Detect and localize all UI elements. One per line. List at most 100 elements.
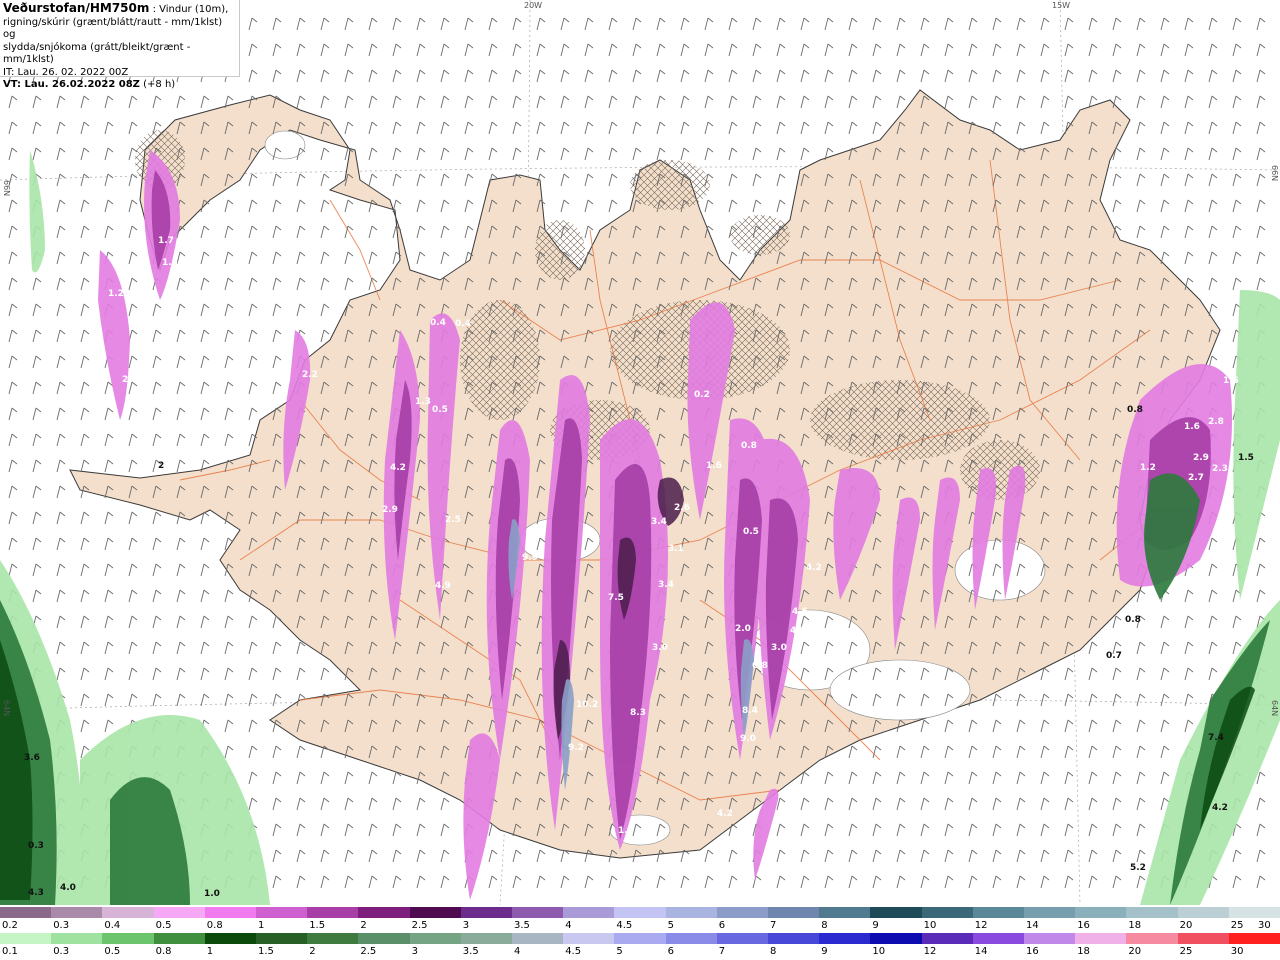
colorbar-label: 7 bbox=[718, 946, 726, 957]
colorbar-swatch bbox=[460, 933, 513, 944]
colorbar-swatch bbox=[1177, 933, 1230, 944]
colorbar-swatch bbox=[358, 907, 411, 918]
colorbar-label: 0.5 bbox=[104, 946, 121, 957]
map-value-label: 1.5 bbox=[1238, 453, 1254, 463]
colorbar-swatch bbox=[460, 907, 513, 918]
colorbar-swatch bbox=[665, 907, 718, 918]
map-value-label: 2.9 bbox=[1193, 453, 1209, 463]
map-value-label: 2.7 bbox=[1188, 473, 1204, 483]
colorbar-label: 0.2 bbox=[2, 920, 18, 931]
colorbar-label: 12 bbox=[923, 946, 937, 957]
colorbar-label: 8 bbox=[821, 920, 828, 931]
colorbar-swatch bbox=[102, 907, 155, 918]
colorbar-label: 5 bbox=[616, 946, 623, 957]
colorbar-swatch bbox=[768, 907, 820, 918]
map-value-label: 1.2 bbox=[108, 289, 124, 299]
colorbar-label: 14 bbox=[974, 946, 988, 957]
map-value-label: 1.0 bbox=[204, 889, 220, 899]
forecast-map: 20W 15W 66N 66N 64N 64N 1.7 1.5 2.8 1.2 2.2 0… bbox=[0, 0, 1280, 905]
map-value-label: 8.4 bbox=[742, 706, 758, 716]
map-value-label: 8.3 bbox=[630, 708, 646, 718]
map-value-label: 3.1 bbox=[668, 544, 684, 554]
map-value-label: 9.2 bbox=[568, 743, 584, 753]
map-value-label: 1.6 bbox=[706, 461, 722, 471]
map-value-label: 2.0 bbox=[735, 624, 751, 634]
colorbar-label: 2.5 bbox=[411, 920, 428, 931]
snow-colorbar-labels: 0.2 0.3 0.4 0.5 0.8 1 1.5 2 2.5 3 3.5 4 4.5 5 6 7 8 9 10 12… bbox=[0, 920, 1280, 932]
map-value-label: 0.7 bbox=[1106, 651, 1122, 661]
map-value-label: 2.6 bbox=[674, 503, 690, 513]
colorbar-label: 4.5 bbox=[565, 946, 582, 957]
colorbar-label: 3 bbox=[411, 946, 418, 957]
colorbar-label: 14 bbox=[1026, 920, 1039, 931]
rain-colorbar-labels: 0.1 0.3 0.5 0.8 1 1.5 2 2.5 3 3.5 4 4.5 5 6 7 8 9 10 12 14 1… bbox=[0, 946, 1280, 958]
map-value-label: 1.7 bbox=[158, 236, 174, 246]
lat-label-66n-left: 66N bbox=[2, 180, 11, 196]
colorbar-swatch bbox=[921, 907, 974, 918]
colorbar-swatch bbox=[614, 933, 667, 944]
colorbar-swatch bbox=[256, 933, 308, 944]
colorbar-swatch bbox=[819, 933, 871, 944]
colorbar-swatch bbox=[51, 907, 103, 918]
colorbar-swatch bbox=[665, 933, 718, 944]
map-value-label: 2.5 bbox=[445, 515, 461, 525]
map-value-label: 4.2 bbox=[806, 563, 822, 573]
colorbar-swatch bbox=[409, 933, 462, 944]
colorbar-label: 3.5 bbox=[462, 946, 479, 957]
map-value-label: 1.6 bbox=[1184, 422, 1200, 432]
map-value-label: 1.2 bbox=[1140, 463, 1156, 473]
colorbar-label: 6 bbox=[718, 920, 726, 931]
map-value-label: 2.8 bbox=[122, 375, 138, 385]
colorbar-label: 30 bbox=[1258, 920, 1271, 931]
map-value-label: 6.8 bbox=[752, 661, 768, 671]
colorbar-label: 0.8 bbox=[206, 920, 223, 931]
colorbar-swatch bbox=[102, 933, 155, 944]
colorbar-swatch bbox=[1126, 933, 1179, 944]
map-value-label: 0.4 bbox=[455, 319, 471, 329]
colorbar-label: 1 bbox=[258, 920, 265, 931]
colorbar-swatch bbox=[256, 907, 308, 918]
map-value-label: 2 bbox=[158, 461, 164, 471]
colorbar-swatch bbox=[870, 933, 923, 944]
colorbar-label: 5 bbox=[667, 920, 674, 931]
map-value-label: 3.4 bbox=[658, 580, 674, 590]
colorbar-swatch bbox=[512, 933, 564, 944]
map-value-label: 3.0 bbox=[771, 643, 787, 653]
map-value-label: 7.5 bbox=[608, 593, 624, 603]
color-legend: 0.2 0.3 0.4 0.5 0.8 1 1.5 2 2.5 3 3.5 4 4.5 5 6 7 8 9 10 12… bbox=[0, 905, 1280, 960]
colorbar-label: 2 bbox=[360, 920, 367, 931]
product-desc-3: slydda/snjókoma (grátt/bleikt/grænt - mm… bbox=[3, 41, 191, 66]
colorbar-label: 8 bbox=[770, 946, 777, 957]
colorbar-swatch bbox=[768, 933, 820, 944]
map-value-label: 1.7 bbox=[618, 826, 634, 836]
map-value-label: 2.3 bbox=[1212, 464, 1228, 474]
colorbar-swatch bbox=[204, 907, 257, 918]
lat-label-66n-right: 66N bbox=[1270, 165, 1279, 181]
map-value-label: 4.7 bbox=[790, 626, 806, 636]
rain-colorbar bbox=[0, 933, 1280, 944]
colorbar-label: 4.5 bbox=[616, 920, 633, 931]
valid-time: VT: Lau. 26.02.2022 08Z bbox=[3, 79, 140, 90]
colorbar-swatch bbox=[409, 907, 462, 918]
colorbar-label: 6 bbox=[667, 946, 674, 957]
snow-colorbar bbox=[0, 907, 1280, 918]
colorbar-label: 4 bbox=[565, 920, 572, 931]
product-title: Veðurstofan/HM750m bbox=[3, 1, 150, 15]
colorbar-swatch bbox=[358, 933, 411, 944]
colorbar-label: 4 bbox=[514, 946, 521, 957]
colorbar-swatch bbox=[1228, 933, 1280, 944]
map-value-label: 2.9 bbox=[382, 505, 398, 515]
colorbar-swatch bbox=[153, 907, 206, 918]
colorbar-label: 12 bbox=[974, 920, 988, 931]
colorbar-label: 3.5 bbox=[514, 920, 530, 931]
colorbar-label: 7 bbox=[770, 920, 777, 931]
map-value-label: 9.0 bbox=[740, 734, 756, 744]
colorbar-label: 10 bbox=[872, 946, 886, 957]
map-value-label: 0.8 bbox=[741, 441, 757, 451]
colorbar-label: 1 bbox=[206, 946, 214, 957]
colorbar-swatch bbox=[307, 907, 359, 918]
colorbar-swatch bbox=[921, 933, 974, 944]
colorbar-swatch bbox=[1228, 907, 1280, 918]
map-value-label: 0.3 bbox=[28, 841, 44, 851]
colorbar-swatch bbox=[204, 933, 257, 944]
